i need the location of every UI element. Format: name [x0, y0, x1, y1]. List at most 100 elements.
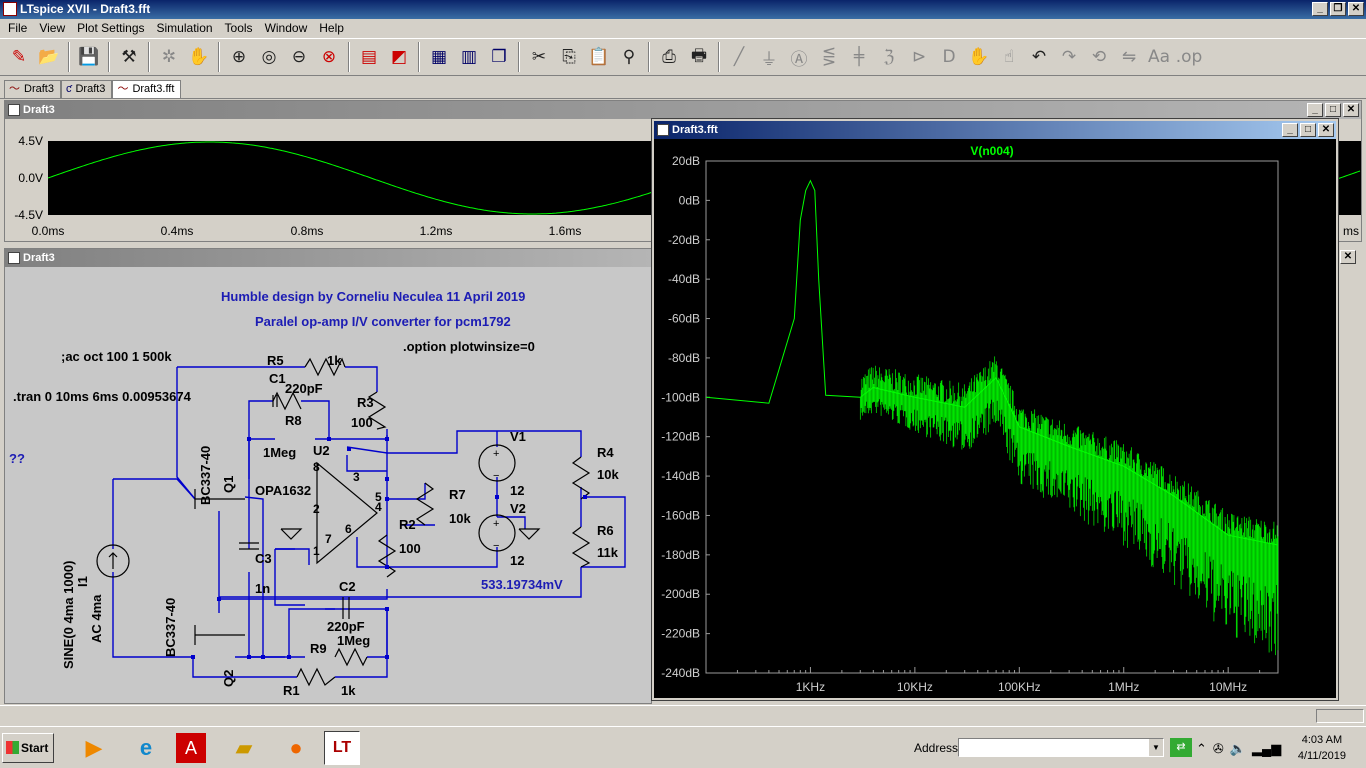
menu-window[interactable]: Window [259, 19, 314, 37]
resistor-icon[interactable]: ⋚ [814, 42, 844, 72]
new-schematic-icon[interactable]: ✎ [4, 42, 34, 72]
close-button[interactable]: ✕ [1343, 103, 1359, 117]
cascade-icon[interactable]: ❐ [484, 42, 514, 72]
ground-icon[interactable]: ⏚ [754, 42, 784, 72]
redo-icon[interactable]: ↷ [1054, 42, 1084, 72]
show-hidden-icons-icon[interactable]: ⌃ [1196, 741, 1207, 757]
cut-icon[interactable]: ✂ [524, 42, 554, 72]
windows-flag-icon [6, 741, 19, 754]
resistor-r6[interactable] [571, 526, 591, 568]
menu-help[interactable]: Help [313, 19, 350, 37]
control-panel-icon[interactable]: ⚒ [114, 42, 144, 72]
trace-name[interactable]: V(n004) [970, 144, 1013, 158]
app-titlebar: LTspice XVII - Draft3.fft _ ❐ ✕ [0, 0, 1366, 19]
component-label: U2 [313, 443, 330, 458]
acrobat-icon[interactable]: A [176, 733, 206, 763]
close-button[interactable]: ✕ [1340, 250, 1356, 264]
spice-directive: ;ac oct 100 1 500k [61, 349, 172, 364]
run-icon[interactable]: ✲ [154, 42, 184, 72]
rotate-icon[interactable]: ⟲ [1084, 42, 1114, 72]
ltspice-taskbar-icon[interactable]: LT [324, 731, 360, 765]
copy-icon[interactable]: ⎘ [554, 42, 584, 72]
resistor-r1[interactable] [296, 667, 336, 687]
zoom-cancel-icon[interactable]: ⊗ [314, 42, 344, 72]
waveform-icon: 〜 [9, 83, 20, 95]
address-input[interactable]: ▼ [958, 738, 1164, 757]
halt-icon[interactable]: ✋ [184, 42, 214, 72]
mirror-icon[interactable]: ⇋ [1114, 42, 1144, 72]
minimize-button[interactable]: _ [1282, 123, 1298, 137]
autorange-icon[interactable]: ▤ [354, 42, 384, 72]
zoom-pan-icon[interactable]: ◎ [254, 42, 284, 72]
menu-file[interactable]: File [2, 19, 33, 37]
component-label: C1 [269, 371, 286, 386]
spice-directive: .tran 0 10ms 6ms 0.00953674 [13, 389, 192, 404]
component-label: R2 [399, 517, 416, 532]
menu-bar: File View Plot Settings Simulation Tools… [0, 19, 1366, 37]
print-setup-icon[interactable]: 🖶 [684, 42, 714, 72]
zoom-in-icon[interactable]: ⊕ [224, 42, 254, 72]
x-tick-label: 0.4ms [161, 224, 194, 238]
find-icon[interactable]: ⚲ [614, 42, 644, 72]
tab-draft3-schematic[interactable]: ƈ Draft3 [60, 80, 113, 98]
go-button[interactable]: ⇄ [1170, 738, 1192, 757]
component-label: R9 [310, 641, 327, 656]
svg-text:−: − [493, 540, 499, 552]
x-tick-label: ms [1343, 224, 1359, 238]
network-icon[interactable]: ✇ [1213, 741, 1224, 757]
start-label: Start [21, 741, 49, 755]
text-icon[interactable]: Aa [1144, 42, 1174, 72]
menu-tools[interactable]: Tools [219, 19, 259, 37]
chevron-down-icon[interactable]: ▼ [1149, 739, 1163, 756]
tile-vertical-icon[interactable]: ▦ [424, 42, 454, 72]
minimize-button[interactable]: _ [1312, 2, 1328, 16]
firefox-icon[interactable]: ● [278, 731, 314, 765]
close-button[interactable]: ✕ [1348, 2, 1364, 16]
component-value: 1Meg [263, 445, 296, 460]
inductor-icon[interactable]: ℨ [874, 42, 904, 72]
tab-draft3-waveform[interactable]: 〜 Draft3 [4, 80, 61, 98]
drag-icon[interactable]: ☝ [994, 42, 1024, 72]
media-player-icon[interactable]: ▶ [76, 731, 112, 765]
open-icon[interactable]: 📂 [34, 42, 64, 72]
svg-text:−: − [493, 470, 499, 482]
wire-icon[interactable]: ╱ [724, 42, 754, 72]
resistor-r9[interactable] [334, 647, 368, 667]
start-button[interactable]: Start [2, 733, 54, 763]
svg-text:+: + [493, 518, 499, 530]
capacitor-icon[interactable]: ╪ [844, 42, 874, 72]
restore-button[interactable]: ❐ [1330, 2, 1346, 16]
print-icon[interactable]: ⎙ [654, 42, 684, 72]
diode-icon[interactable]: ⊳ [904, 42, 934, 72]
ground-symbol [518, 528, 541, 540]
menu-simulation[interactable]: Simulation [151, 19, 219, 37]
clock[interactable]: 4:03 AM 4/11/2019 [1298, 732, 1346, 764]
menu-view[interactable]: View [33, 19, 71, 37]
internet-explorer-icon[interactable]: e [128, 731, 164, 765]
tile-horizontal-icon[interactable]: ▥ [454, 42, 484, 72]
paste-icon[interactable]: 📋 [584, 42, 614, 72]
file-explorer-icon[interactable]: ▰ [226, 731, 262, 765]
opamp-u2[interactable] [316, 461, 378, 565]
menu-plot-settings[interactable]: Plot Settings [71, 19, 150, 37]
fft-plot[interactable]: V(n004) 20dB 0dB -20dB -40dB -60dB -80dB -100d… [654, 139, 1336, 698]
volume-icon[interactable]: 🔈 [1230, 741, 1246, 757]
move-icon[interactable]: ✋ [964, 42, 994, 72]
zoom-out-icon[interactable]: ⊖ [284, 42, 314, 72]
label-icon[interactable]: Ⓐ [784, 42, 814, 72]
schematic-canvas[interactable]: Humble design by Corneliu Neculea 11 Apr… [5, 267, 651, 703]
component-icon[interactable]: D [934, 42, 964, 72]
mark-icon[interactable]: ◩ [384, 42, 414, 72]
undo-icon[interactable]: ↶ [1024, 42, 1054, 72]
tab-draft3-fft[interactable]: 〜 Draft3.fft [112, 80, 182, 98]
spice-directive-icon[interactable]: .op [1174, 42, 1204, 72]
signal-icon[interactable]: ▂▄▆ [1252, 741, 1281, 757]
component-value: 11k [597, 545, 619, 560]
minimize-button[interactable]: _ [1307, 103, 1323, 117]
close-button[interactable]: ✕ [1318, 123, 1334, 137]
component-value: 12 [510, 483, 524, 498]
x-tick-label: 10KHz [897, 680, 933, 694]
save-icon[interactable]: 💾 [74, 42, 104, 72]
restore-button[interactable]: □ [1300, 123, 1316, 137]
restore-button[interactable]: □ [1325, 103, 1341, 117]
